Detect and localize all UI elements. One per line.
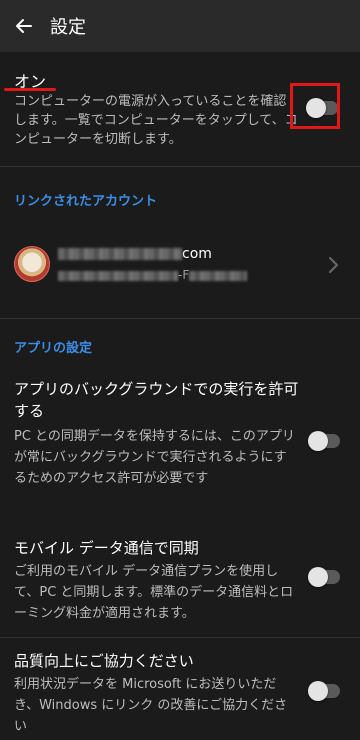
divider <box>0 318 360 319</box>
chevron-right-icon <box>329 257 338 273</box>
account-email: com <box>58 246 212 262</box>
account-subtitle: -F <box>58 268 248 282</box>
mobile-data-sync-toggle[interactable] <box>308 567 340 587</box>
account-email-suffix: com <box>182 246 212 262</box>
back-button[interactable] <box>0 0 48 52</box>
app-settings-header: アプリの設定 <box>14 341 93 356</box>
annotation-highlight-box <box>290 83 340 129</box>
account-subtitle-visible: -F <box>178 268 190 282</box>
linked-accounts-header: リンクされたアカウント <box>14 194 158 209</box>
setting-description: 利用状況データを Microsoft にお送りいただき、Windows にリンク… <box>14 677 288 734</box>
background-run-toggle[interactable] <box>308 431 340 451</box>
settings-screen: 設定 オン コンピューターの電源が入っていることを確認します。一覧でコンピュータ… <box>0 0 360 740</box>
setting-description: PC との同期データを保持するには、このアプリが常にバックグラウンドで実行される… <box>14 429 295 486</box>
setting-title: モバイル データ通信で同期 <box>14 539 199 557</box>
redacted-text <box>189 270 248 281</box>
avatar <box>14 246 50 282</box>
connection-description: コンピューターの電源が入っていることを確認します。一覧でコンピューターをタップし… <box>14 94 298 147</box>
toggle-knob <box>308 681 328 701</box>
toggle-knob <box>308 567 328 587</box>
setting-title: 品質向上にご協力ください <box>14 652 194 670</box>
app-bar: 設定 <box>0 0 360 52</box>
annotation-underline <box>4 88 56 91</box>
account-row[interactable]: com -F <box>0 228 360 302</box>
redacted-text <box>58 270 178 281</box>
feedback-toggle[interactable] <box>308 681 340 701</box>
setting-title: アプリのバックグラウンドでの実行を許可する <box>14 380 299 420</box>
page-title: 設定 <box>50 17 86 38</box>
divider <box>0 637 360 638</box>
setting-description: ご利用のモバイル データ通信プランを使用して、PC と同期します。標準のデータ通… <box>14 564 294 621</box>
toggle-knob <box>308 431 328 451</box>
redacted-text <box>58 248 182 260</box>
divider <box>0 166 360 167</box>
arrow-left-icon <box>16 19 32 33</box>
